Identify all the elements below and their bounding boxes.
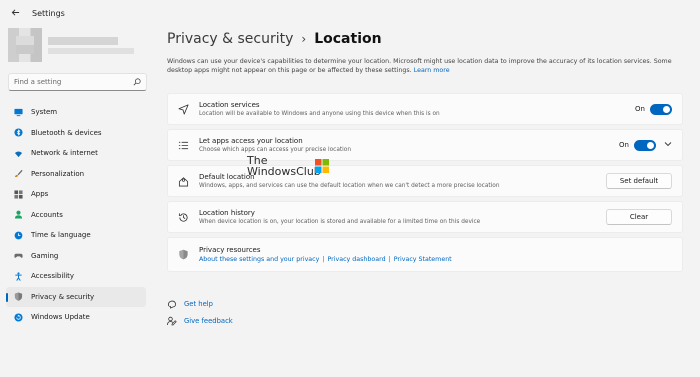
sidebar-item-bluetooth[interactable]: Bluetooth & devices [6,123,146,144]
card-title: Default location [199,173,255,181]
card-title: Location services [199,101,260,109]
about-settings-link[interactable]: About these settings and your privacy [199,256,319,263]
breadcrumb-separator: › [301,32,307,46]
accessibility-icon [14,272,23,281]
location-arrow-icon [176,102,190,116]
default-location-card: Default location Windows, apps, and serv… [167,165,683,197]
privacy-statement-link[interactable]: Privacy Statement [394,256,452,263]
search-input[interactable] [14,78,133,86]
feedback-icon [167,316,177,326]
apps-access-card[interactable]: Let apps access your location Choose whi… [167,129,683,161]
apps-access-toggle[interactable] [634,139,656,151]
sidebar-item-label: System [31,108,58,117]
sidebar-item-accessibility[interactable]: Accessibility [6,266,146,287]
sidebar-item-label: Privacy & security [31,292,95,301]
sidebar-item-network[interactable]: Network & internet [6,143,146,164]
profile-name-blurred [48,37,118,45]
sidebar-item-label: Network & internet [31,149,98,158]
breadcrumb-parent[interactable]: Privacy & security [167,31,293,47]
feedback-label: Give feedback [184,316,233,325]
sidebar-item-personalization[interactable]: Personalization [6,164,146,185]
help-label: Get help [184,299,213,308]
shield-icon [14,292,23,301]
card-subtitle: When device location is on, your locatio… [199,219,481,225]
help-icon [167,299,177,309]
settings-cards: Location services Location will be avail… [167,93,683,276]
get-help-link[interactable]: Get help [167,295,233,312]
page-title: Location [314,31,382,47]
link-separator: | [388,256,391,263]
sidebar-item-gaming[interactable]: Gaming [6,246,146,267]
sidebar-item-label: Gaming [31,251,59,260]
sidebar-item-system[interactable]: System [6,102,146,123]
brush-icon [14,169,23,178]
toggle-state-label: On [635,105,645,113]
apps-icon [14,190,23,199]
link-separator: | [322,256,325,263]
wifi-icon [14,149,23,158]
clear-button[interactable]: Clear [606,209,672,225]
watermark: The WindowsClub [247,155,329,178]
location-services-card: Location services Location will be avail… [167,93,683,125]
sidebar-item-label: Windows Update [31,313,90,322]
back-arrow-icon [11,7,20,20]
sidebar-item-label: Accessibility [31,272,75,281]
help-section: Get help Give feedback [167,295,233,329]
card-title: Let apps access your location [199,137,303,145]
give-feedback-link[interactable]: Give feedback [167,312,233,329]
set-default-button[interactable]: Set default [606,173,672,189]
list-icon [176,138,190,152]
chevron-down-icon[interactable] [664,141,672,149]
user-profile[interactable] [8,28,138,64]
windows-logo-icon [315,158,329,173]
gamepad-icon [14,251,23,260]
card-title: Privacy resources [199,246,261,254]
home-pin-icon [176,174,190,188]
bluetooth-icon [14,128,23,137]
privacy-dashboard-link[interactable]: Privacy dashboard [327,256,385,263]
profile-email-blurred [48,48,134,54]
sidebar-item-label: Accounts [31,210,63,219]
nav-list: System Bluetooth & devices Network & int… [6,102,146,328]
person-icon [14,210,23,219]
privacy-links: About these settings and your privacy | Pr… [199,256,452,263]
back-button[interactable] [4,2,26,24]
watermark-line-2: WindowsClub [247,165,321,178]
toggle-state-label: On [619,141,629,149]
sidebar-item-privacy-security[interactable]: Privacy & security [6,286,146,307]
app-title: Settings [32,8,65,18]
globe-clock-icon [14,231,23,240]
sidebar-item-label: Bluetooth & devices [31,128,102,137]
sidebar: System Bluetooth & devices Network & int… [0,26,160,377]
card-subtitle: Choose which apps can access your precis… [199,147,351,153]
search-icon[interactable] [133,78,141,86]
update-icon [14,313,23,322]
sidebar-item-windows-update[interactable]: Windows Update [6,307,146,328]
monitor-icon [14,108,23,117]
learn-more-link[interactable]: Learn more [414,67,450,74]
main-content: Privacy & security › Location Windows ca… [167,26,683,325]
sidebar-item-apps[interactable]: Apps [6,184,146,205]
search-box[interactable] [8,73,147,91]
sidebar-item-label: Time & language [31,231,91,240]
card-title: Location history [199,209,255,217]
sidebar-item-label: Apps [31,190,49,199]
location-services-toggle[interactable] [650,103,672,115]
sidebar-item-accounts[interactable]: Accounts [6,205,146,226]
title-bar: Settings [0,0,700,26]
history-icon [176,210,190,224]
breadcrumb: Privacy & security › Location [167,26,683,52]
location-history-card: Location history When device location is… [167,201,683,233]
privacy-resources-card: Privacy resources About these settings a… [167,237,683,272]
sidebar-item-label: Personalization [31,169,85,178]
avatar [8,28,42,62]
shield-icon [176,248,190,262]
page-description: Windows can use your device's capabiliti… [167,57,682,76]
card-subtitle: Windows, apps, and services can use the … [199,183,500,189]
card-subtitle: Location will be available to Windows an… [199,111,440,117]
sidebar-item-time-language[interactable]: Time & language [6,225,146,246]
